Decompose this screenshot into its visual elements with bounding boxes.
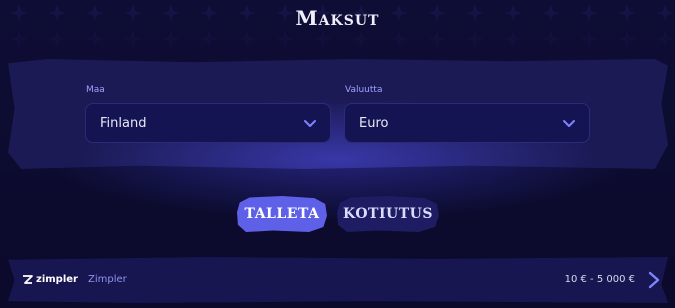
currency-label: Valuutta <box>345 85 383 95</box>
currency-select[interactable]: Euro <box>344 103 590 143</box>
zimpler-logo-text: zimpler <box>36 274 78 285</box>
country-label: Maa <box>86 85 105 95</box>
zimpler-logo: zimpler <box>22 274 78 285</box>
currency-value: Euro <box>359 116 389 131</box>
page-title: Maksut <box>295 6 380 30</box>
payment-method-limits: 10 € - 5 000 € <box>564 274 635 285</box>
tab-withdraw[interactable]: KOTIUTUS <box>337 196 439 232</box>
country-select[interactable]: Finland <box>85 103 331 143</box>
country-value: Finland <box>100 116 147 131</box>
chevron-down-icon <box>563 120 575 127</box>
chevron-right-icon[interactable] <box>647 270 661 290</box>
zimpler-logo-icon <box>23 275 33 284</box>
tab-deposit[interactable]: TALLETA <box>237 196 327 232</box>
chevron-down-icon <box>304 120 316 127</box>
payments-page: Maksut Maa Finland Valuutta Euro TALLETA… <box>0 0 675 308</box>
payment-method-name: Zimpler <box>88 274 127 285</box>
